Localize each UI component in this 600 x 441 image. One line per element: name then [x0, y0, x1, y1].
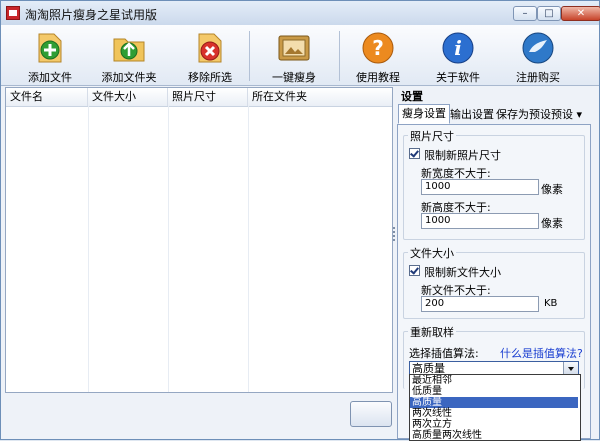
- svg-text:i: i: [454, 36, 462, 60]
- register-globe-icon: [522, 32, 554, 64]
- remove-icon: [198, 33, 222, 63]
- limit-file-size-label: 限制新文件大小: [424, 266, 501, 279]
- app-logo-icon: [6, 6, 20, 20]
- minimize-button[interactable]: –: [513, 6, 537, 21]
- dropdown-option[interactable]: 最近相邻: [410, 375, 578, 386]
- add-file-icon: [38, 33, 62, 63]
- file-size-unit-label: KB: [544, 298, 558, 309]
- photo-size-title: 照片尺寸: [408, 128, 456, 144]
- toolbar: 添加文件 添加文件夹 移除所选 一键瘦身 ? 使用教程 i 关于软件 注册购买: [1, 25, 599, 86]
- info-icon: i: [442, 32, 474, 64]
- action-button[interactable]: [350, 401, 392, 427]
- remove-selected-button[interactable]: 移除所选: [185, 27, 235, 84]
- what-is-interpolation-link[interactable]: 什么是插值算法?: [500, 345, 583, 361]
- add-folder-icon: [113, 38, 145, 62]
- height-unit-label: 像素: [541, 217, 563, 230]
- one-click-slim-label: 一键瘦身: [272, 71, 316, 84]
- new-height-input[interactable]: 1000: [421, 213, 539, 229]
- dropdown-option[interactable]: 两次线性: [410, 408, 578, 419]
- new-file-size-input[interactable]: 200: [421, 296, 539, 312]
- column-divider: [88, 106, 89, 392]
- add-folder-button[interactable]: 添加文件夹: [101, 27, 157, 84]
- tab-slim-settings[interactable]: 瘦身设置: [398, 104, 450, 124]
- slim-photo-icon: [278, 35, 310, 61]
- col-filename[interactable]: 文件名: [6, 88, 88, 106]
- tab-output-settings[interactable]: 输出设置: [446, 105, 498, 123]
- register-button[interactable]: 注册购买: [513, 27, 563, 84]
- interpolation-label: 选择插值算法:: [409, 347, 479, 360]
- help-question-icon: ?: [362, 32, 394, 64]
- width-unit-label: 像素: [541, 183, 563, 196]
- bottom-area: [5, 393, 392, 437]
- new-width-input[interactable]: 1000: [421, 179, 539, 195]
- remove-selected-label: 移除所选: [188, 71, 232, 84]
- dropdown-option-highlighted[interactable]: 高质量: [410, 397, 578, 408]
- limit-file-size-checkbox[interactable]: [409, 265, 420, 276]
- file-size-title: 文件大小: [408, 245, 456, 261]
- tutorial-label: 使用教程: [356, 71, 400, 84]
- maximize-button[interactable]: □: [537, 6, 561, 21]
- add-file-label: 添加文件: [28, 71, 72, 84]
- close-button[interactable]: ✕: [561, 6, 600, 21]
- file-list[interactable]: 文件名 文件大小 照片尺寸 所在文件夹: [5, 87, 393, 393]
- resample-title: 重新取样: [408, 324, 456, 340]
- col-photo-dimensions[interactable]: 照片尺寸: [168, 88, 248, 106]
- one-click-slim-button[interactable]: 一键瘦身: [269, 27, 319, 84]
- close-icon: ✕: [576, 8, 586, 19]
- minimize-icon: –: [522, 8, 528, 19]
- about-button[interactable]: i 关于软件: [433, 27, 483, 84]
- tab-presets-dropdown[interactable]: 预设 ▾: [547, 105, 586, 123]
- tab-save-preset[interactable]: 保存为预设: [492, 105, 555, 123]
- tutorial-button[interactable]: ? 使用教程: [353, 27, 403, 84]
- col-folder[interactable]: 所在文件夹: [248, 88, 392, 106]
- add-file-button[interactable]: 添加文件: [25, 27, 75, 84]
- about-label: 关于软件: [436, 71, 480, 84]
- interpolation-dropdown-list: 最近相邻 低质量 高质量 两次线性 两次立方 高质量两次线性: [409, 374, 581, 441]
- column-divider: [248, 106, 249, 392]
- settings-header: 设置: [401, 90, 423, 103]
- dropdown-option[interactable]: 低质量: [410, 386, 578, 397]
- file-size-group: 文件大小 限制新文件大小 新文件不大于: 200 KB: [403, 245, 585, 319]
- column-divider: [168, 106, 169, 392]
- limit-photo-size-checkbox[interactable]: [409, 148, 420, 159]
- window-title: 淘淘照片瘦身之星试用版: [25, 8, 158, 22]
- dropdown-option[interactable]: 两次立方: [410, 419, 578, 430]
- register-label: 注册购买: [516, 71, 560, 84]
- file-list-header: 文件名 文件大小 照片尺寸 所在文件夹: [6, 88, 392, 107]
- add-folder-label: 添加文件夹: [101, 71, 157, 84]
- col-filesize[interactable]: 文件大小: [88, 88, 168, 106]
- toolbar-separator: [339, 31, 340, 81]
- maximize-icon: □: [544, 8, 554, 19]
- limit-photo-size-label: 限制新照片尺寸: [424, 149, 501, 162]
- toolbar-separator: [249, 31, 250, 81]
- photo-size-group: 照片尺寸 限制新照片尺寸 新宽度不大于: 1000 像素 新高度不大于: 100…: [403, 128, 585, 240]
- svg-text:?: ?: [372, 36, 384, 60]
- app-window: 淘淘照片瘦身之星试用版 – □ ✕ 添加文件 添加文件夹 移除所选 一键瘦身 ?…: [0, 0, 600, 441]
- title-bar: 淘淘照片瘦身之星试用版 – □ ✕: [1, 1, 600, 25]
- settings-tabs: 瘦身设置 输出设置 保存为预设 预设 ▾: [397, 104, 593, 124]
- dropdown-option[interactable]: 高质量两次线性: [410, 430, 578, 440]
